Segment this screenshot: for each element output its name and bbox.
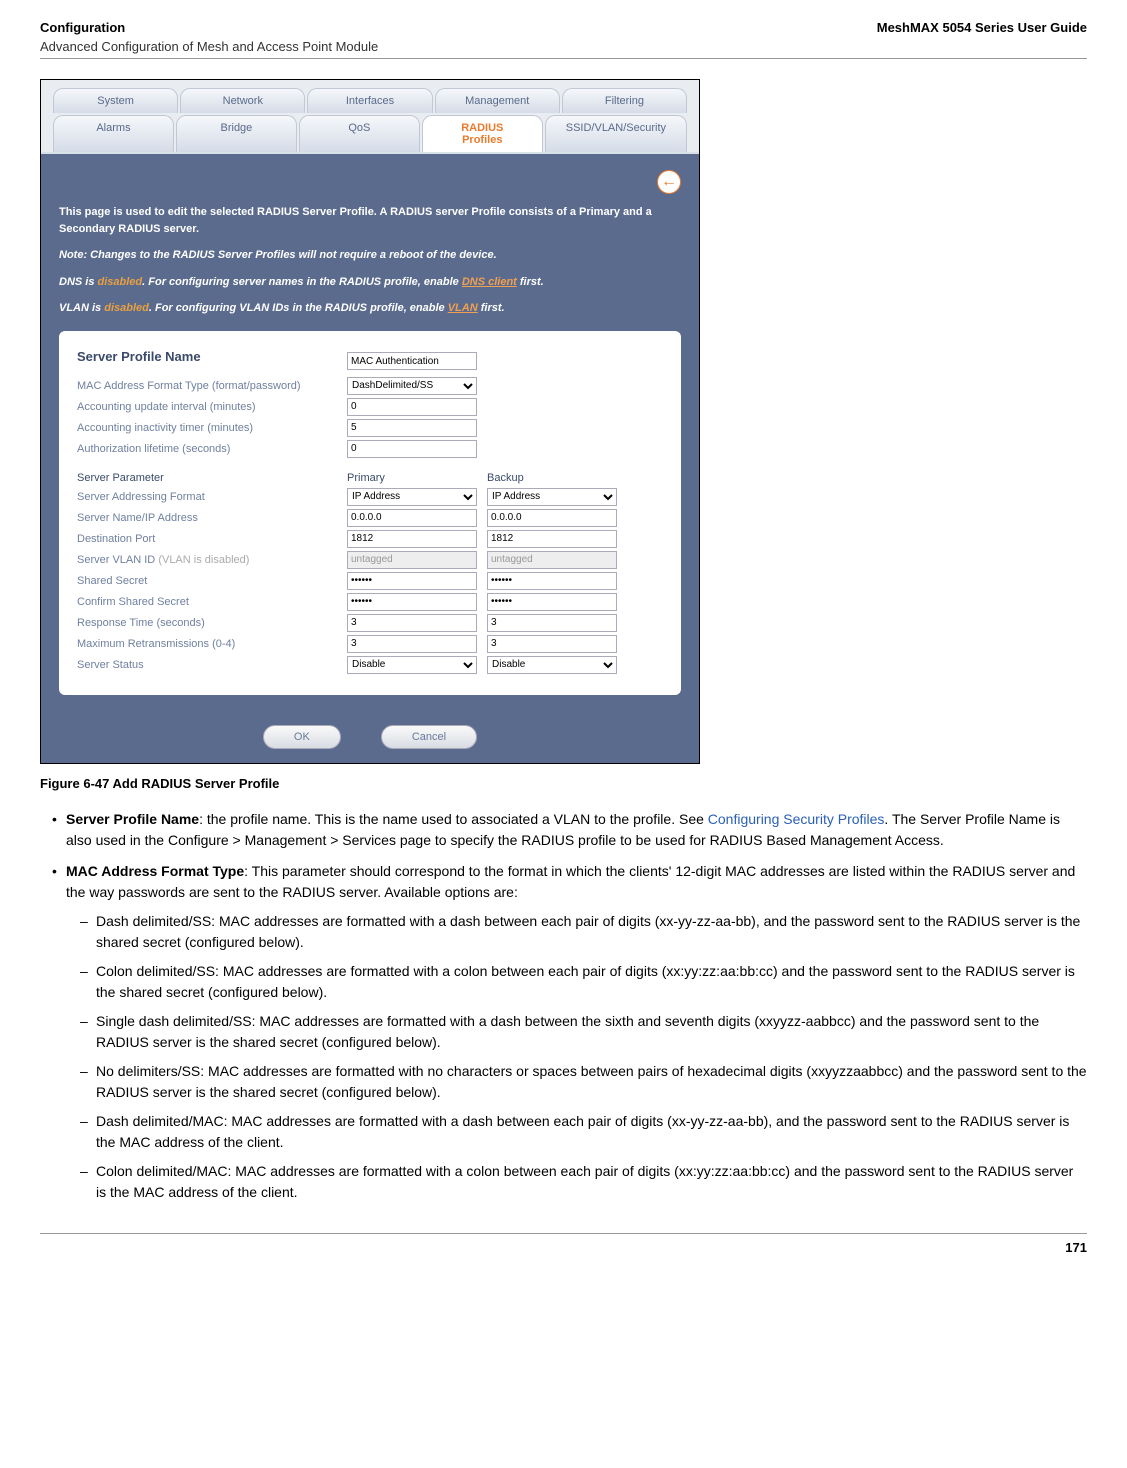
mac-format-select[interactable]: DashDelimited/SS (347, 377, 477, 395)
tab-interfaces[interactable]: Interfaces (307, 88, 432, 113)
bullet-server-profile-name: Server Profile Name: the profile name. T… (40, 809, 1087, 851)
confirm-shared-secret-label: Confirm Shared Secret (77, 596, 347, 608)
mac-format-label: MAC Address Format Type (format/password… (77, 380, 347, 392)
footer-divider (40, 1233, 1087, 1234)
tab-filtering[interactable]: Filtering (562, 88, 687, 113)
accounting-update-input[interactable] (347, 398, 477, 416)
server-status-backup[interactable]: Disable (487, 656, 617, 674)
authorization-lifetime-label: Authorization lifetime (seconds) (77, 443, 347, 455)
server-profile-name-heading: Server Profile Name (77, 349, 347, 364)
tab-ssid-vlan-security[interactable]: SSID/VLAN/Security (545, 115, 687, 152)
confirm-shared-secret-primary[interactable] (347, 593, 477, 611)
accounting-inactivity-label: Accounting inactivity timer (minutes) (77, 422, 347, 434)
intro-4-disabled: disabled (104, 302, 149, 314)
tab-qos[interactable]: QoS (299, 115, 420, 152)
intro-paragraph-4: VLAN is disabled. For configuring VLAN I… (59, 300, 681, 317)
intro-3c: . For configuring server names in the RA… (142, 276, 462, 288)
button-row: OK Cancel (41, 711, 699, 763)
intro-paragraph-3: DNS is disabled. For configuring server … (59, 274, 681, 291)
confirm-shared-secret-backup[interactable] (487, 593, 617, 611)
sub-bullet-colon-ss: Colon delimited/SS: MAC addresses are fo… (66, 961, 1087, 1003)
server-name-ip-label: Server Name/IP Address (77, 512, 347, 524)
ok-button[interactable]: OK (263, 725, 341, 749)
intro-paragraph-2: Note: Changes to the RADIUS Server Profi… (59, 247, 681, 264)
b1-text-a: : the profile name. This is the name use… (199, 811, 708, 827)
tab-bridge[interactable]: Bridge (176, 115, 297, 152)
back-arrow-icon: ← (661, 173, 677, 191)
intro-3-disabled: disabled (98, 276, 143, 288)
configuring-security-profiles-link[interactable]: Configuring Security Profiles (708, 811, 885, 827)
header-right-title: MeshMAX 5054 Series User Guide (877, 20, 1087, 35)
sub-bullet-dash-ss: Dash delimited/SS: MAC addresses are for… (66, 911, 1087, 953)
sub-bullet-list: Dash delimited/SS: MAC addresses are for… (66, 911, 1087, 1203)
response-time-primary[interactable] (347, 614, 477, 632)
dns-client-link[interactable]: DNS client (462, 276, 517, 288)
bullet-mac-address-format-type: MAC Address Format Type: This parameter … (40, 861, 1087, 1203)
content-area: ← This page is used to edit the selected… (41, 154, 699, 711)
server-name-ip-primary[interactable] (347, 509, 477, 527)
vlan-link[interactable]: VLAN (448, 302, 478, 314)
shared-secret-backup[interactable] (487, 572, 617, 590)
header-left-subtitle: Advanced Configuration of Mesh and Acces… (40, 39, 1087, 54)
cancel-button[interactable]: Cancel (381, 725, 477, 749)
max-retransmissions-label: Maximum Retransmissions (0-4) (77, 638, 347, 650)
backup-heading: Backup (487, 472, 627, 484)
server-addressing-format-backup[interactable]: IP Address (487, 488, 617, 506)
screenshot-container: System Network Interfaces Management Fil… (40, 79, 700, 764)
shared-secret-label: Shared Secret (77, 575, 347, 587)
authorization-lifetime-input[interactable] (347, 440, 477, 458)
destination-port-label: Destination Port (77, 533, 347, 545)
tab-management[interactable]: Management (435, 88, 560, 113)
server-addressing-format-label: Server Addressing Format (77, 491, 347, 503)
server-vlan-id-backup (487, 551, 617, 569)
sub-bullet-dash-mac: Dash delimited/MAC: MAC addresses are fo… (66, 1111, 1087, 1153)
max-retransmissions-primary[interactable] (347, 635, 477, 653)
intro-4e: first. (478, 302, 505, 314)
server-vlan-id-label: Server VLAN ID (VLAN is disabled) (77, 554, 347, 566)
server-addressing-format-primary[interactable]: IP Address (347, 488, 477, 506)
form-panel: Server Profile Name MAC Address Format T… (59, 331, 681, 695)
server-status-label: Server Status (77, 659, 347, 671)
server-vlan-id-primary (347, 551, 477, 569)
server-name-ip-backup[interactable] (487, 509, 617, 527)
intro-4a: VLAN is (59, 302, 104, 314)
response-time-label: Response Time (seconds) (77, 617, 347, 629)
server-profile-name-input[interactable] (347, 352, 477, 370)
intro-4c: . For configuring VLAN IDs in the RADIUS… (149, 302, 448, 314)
destination-port-primary[interactable] (347, 530, 477, 548)
sub-bullet-colon-mac: Colon delimited/MAC: MAC addresses are f… (66, 1161, 1087, 1203)
b1-lead: Server Profile Name (66, 811, 199, 827)
server-vlan-id-muted: (VLAN is disabled) (158, 554, 249, 566)
body-bullet-list: Server Profile Name: the profile name. T… (40, 809, 1087, 1203)
shared-secret-primary[interactable] (347, 572, 477, 590)
figure-caption: Figure 6-47 Add RADIUS Server Profile (40, 776, 1087, 791)
tab-alarms[interactable]: Alarms (53, 115, 174, 152)
accounting-inactivity-input[interactable] (347, 419, 477, 437)
tab-bar: System Network Interfaces Management Fil… (41, 80, 699, 152)
back-button[interactable]: ← (657, 170, 681, 194)
destination-port-backup[interactable] (487, 530, 617, 548)
tab-network[interactable]: Network (180, 88, 305, 113)
tab-system[interactable]: System (53, 88, 178, 113)
page-number: 171 (40, 1240, 1087, 1255)
primary-heading: Primary (347, 472, 487, 484)
b2-lead: MAC Address Format Type (66, 863, 244, 879)
tab-radius-profiles[interactable]: RADIUS Profiles (422, 115, 543, 152)
header-divider (40, 58, 1087, 59)
intro-3e: first. (517, 276, 544, 288)
intro-3a: DNS is (59, 276, 98, 288)
intro-paragraph-1: This page is used to edit the selected R… (59, 204, 681, 237)
response-time-backup[interactable] (487, 614, 617, 632)
accounting-update-label: Accounting update interval (minutes) (77, 401, 347, 413)
server-status-primary[interactable]: Disable (347, 656, 477, 674)
sub-bullet-no-delim-ss: No delimiters/SS: MAC addresses are form… (66, 1061, 1087, 1103)
header-left-title: Configuration (40, 20, 125, 35)
sub-bullet-single-dash-ss: Single dash delimited/SS: MAC addresses … (66, 1011, 1087, 1053)
max-retransmissions-backup[interactable] (487, 635, 617, 653)
server-parameter-heading: Server Parameter (77, 472, 347, 484)
server-vlan-id-label-text: Server VLAN ID (77, 554, 155, 566)
